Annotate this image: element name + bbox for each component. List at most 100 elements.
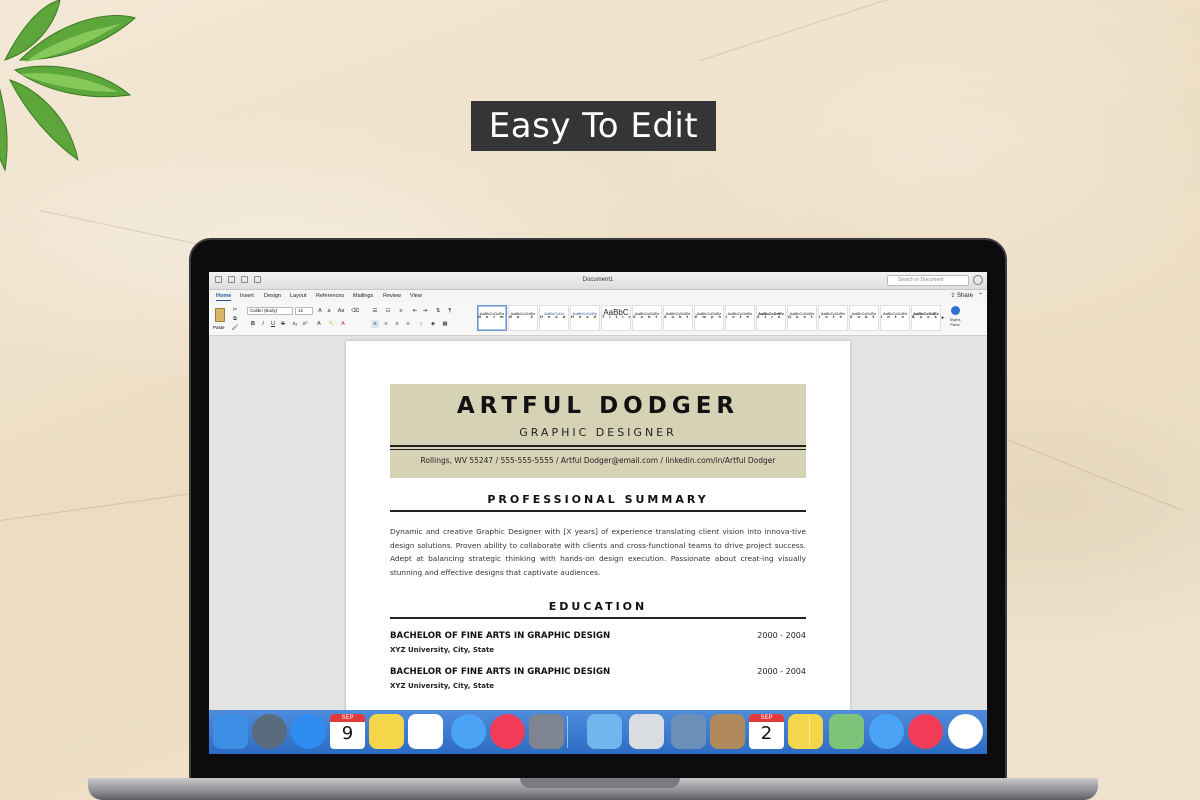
align-center-icon[interactable]: ≡	[382, 320, 390, 328]
education-school: XYZ University, City, State	[390, 682, 495, 690]
reminders-icon[interactable]	[408, 714, 443, 749]
ribbon-collapse-icon[interactable]: ⌃	[978, 292, 983, 299]
style-card[interactable]: AaBbCcDdEeIntense Refer...	[880, 305, 910, 331]
style-card[interactable]: AaBbCcDdEeHeading 2	[570, 305, 600, 331]
shrink-font-icon[interactable]: a	[325, 307, 333, 315]
tab-mailings[interactable]: Mailings	[353, 293, 373, 299]
education-rule	[390, 617, 806, 619]
style-name: Subtitle	[633, 315, 661, 319]
style-name: Subtle Emph...	[664, 315, 692, 319]
calendar-icon[interactable]: SEP 2	[749, 714, 784, 749]
decrease-indent-icon[interactable]: ⇤	[411, 307, 419, 315]
style-card[interactable]: AaBbCcDdHeading 1	[539, 305, 569, 331]
paste-button[interactable]: Paste	[213, 305, 229, 331]
downloads-folder-icon[interactable]	[587, 714, 622, 749]
education-school: XYZ University, City, State	[390, 646, 495, 654]
tab-home[interactable]: Home	[216, 293, 232, 301]
search-in-document-input[interactable]: Search in Document	[887, 275, 969, 286]
style-name: Heading 2	[571, 315, 599, 319]
show-paragraph-marks-icon[interactable]: ¶	[446, 307, 454, 315]
notes-icon[interactable]	[369, 714, 404, 749]
tab-layout[interactable]: Layout	[290, 293, 307, 299]
tab-insert[interactable]: Insert	[240, 293, 254, 299]
numbering-icon[interactable]: ☷	[384, 307, 392, 315]
style-card[interactable]: AaBbCTitle	[601, 305, 631, 331]
preview-icon[interactable]	[671, 714, 706, 749]
clear-formatting-icon[interactable]: ⌫	[351, 307, 359, 315]
share-button[interactable]: ⇪ Share	[950, 292, 973, 299]
tab-references[interactable]: References	[316, 293, 344, 299]
resume-header: ARTFUL DODGER GRAPHIC DESIGNER Rollings,…	[390, 384, 806, 478]
sort-icon[interactable]: ⇅	[434, 307, 442, 315]
messages-icon[interactable]	[869, 714, 904, 749]
style-card[interactable]: AaBbCcDdEeQuote	[787, 305, 817, 331]
format-painter-icon[interactable]: 🖌	[231, 324, 239, 332]
font-name-select[interactable]: Calibri (Body)	[247, 307, 293, 315]
subscript-icon[interactable]: x₂	[291, 320, 299, 328]
italic-icon[interactable]: I	[259, 320, 267, 328]
multilevel-list-icon[interactable]: ≡	[397, 307, 405, 315]
font-color-icon[interactable]: A	[339, 320, 347, 328]
style-card[interactable]: AaBbCcDdEeSubtitle	[632, 305, 662, 331]
style-card[interactable]: AaBbCcDdEeIntense Quote	[818, 305, 848, 331]
style-card[interactable]: AaBbCcDdEeNo Spacing	[508, 305, 538, 331]
style-card[interactable]: AaBbCcDdEeIntense Emp...	[725, 305, 755, 331]
highlight-icon[interactable]: ✎	[327, 320, 335, 328]
justify-icon[interactable]: ≡	[404, 320, 412, 328]
maps-icon[interactable]	[829, 714, 864, 749]
style-card[interactable]: AaBbCcDdEeEmphasis	[694, 305, 724, 331]
account-icon[interactable]	[973, 275, 983, 285]
share-icon: ⇪	[950, 293, 956, 299]
line-spacing-icon[interactable]: ↕	[417, 320, 425, 328]
safari-icon[interactable]	[291, 714, 326, 749]
mac-dock: SEP 9 SEP 2	[209, 710, 987, 754]
text-effects-icon[interactable]: A	[315, 320, 323, 328]
tab-design[interactable]: Design	[264, 293, 281, 299]
summary-heading: PROFESSIONAL SUMMARY	[487, 493, 709, 506]
borders-icon[interactable]: ▦	[441, 320, 449, 328]
styles-pane-button[interactable]: Styles Pane	[947, 306, 963, 332]
tab-review[interactable]: Review	[383, 293, 401, 299]
notes-icon[interactable]	[788, 714, 823, 749]
itunes-icon[interactable]	[490, 714, 525, 749]
styles-more-icon[interactable]: ▸	[939, 314, 947, 322]
messages-icon[interactable]	[451, 714, 486, 749]
header-divider	[390, 445, 806, 447]
system-preferences-icon[interactable]	[529, 714, 564, 749]
finder-icon[interactable]	[213, 714, 248, 749]
superscript-icon[interactable]: x²	[301, 320, 309, 328]
education-years: 2000 - 2004	[757, 667, 806, 676]
itunes-icon[interactable]	[908, 714, 943, 749]
tab-view[interactable]: View	[410, 293, 422, 299]
strikethrough-icon[interactable]: S	[279, 320, 287, 328]
cut-icon[interactable]: ✂	[231, 306, 239, 314]
align-right-icon[interactable]: ≡	[393, 320, 401, 328]
bullets-icon[interactable]: ☰	[371, 307, 379, 315]
underline-icon[interactable]: U	[269, 320, 277, 328]
style-card[interactable]: AaBbCcDdEeSubtle Refer...	[849, 305, 879, 331]
align-left-icon[interactable]: ≡	[371, 320, 379, 328]
bold-icon[interactable]: B	[249, 320, 257, 328]
launchpad-icon[interactable]	[252, 714, 287, 749]
document-page[interactable]: ARTFUL DODGER GRAPHIC DESIGNER Rollings,…	[346, 341, 850, 754]
education-entry: BACHELOR OF FINE ARTS IN GRAPHIC DESIGN …	[390, 667, 806, 690]
increase-indent-icon[interactable]: ⇥	[421, 307, 429, 315]
style-card[interactable]: AaBbCcDdEeSubtle Emph...	[663, 305, 693, 331]
font-size-select[interactable]: 12	[295, 307, 313, 315]
trash-icon[interactable]	[629, 714, 664, 749]
contacts-icon[interactable]	[710, 714, 745, 749]
change-case-icon[interactable]: Aa	[337, 307, 345, 315]
home-ribbon: Paste ✂ ⧉ 🖌 Calibri (Body) 12 A a Aa ⌫ B…	[209, 302, 987, 336]
resume-role: GRAPHIC DESIGNER	[519, 426, 677, 439]
photos-icon[interactable]	[948, 714, 983, 749]
copy-icon[interactable]: ⧉	[231, 315, 239, 323]
shading-icon[interactable]: ◈	[429, 320, 437, 328]
style-card[interactable]: AaBbCcDdEeNormal	[477, 305, 507, 331]
style-card[interactable]: AaBbCcDdEeStrong	[756, 305, 786, 331]
styles-pane-label: Styles Pane	[949, 317, 961, 327]
style-card[interactable]: AaBbCcDdEeBook Title	[911, 305, 941, 331]
grow-font-icon[interactable]: A	[316, 307, 324, 315]
calendar-icon[interactable]: SEP 9	[330, 714, 365, 749]
headline-banner: Easy To Edit	[471, 101, 716, 151]
style-name: Quote	[788, 315, 816, 319]
